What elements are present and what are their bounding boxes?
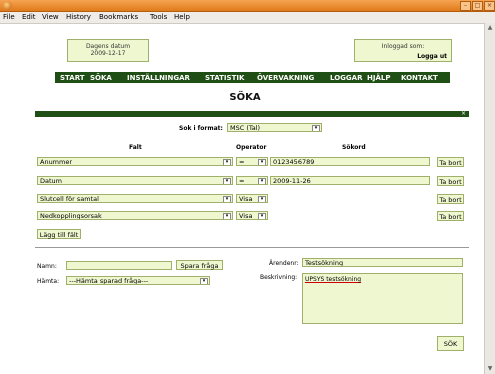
menu-history[interactable]: History <box>66 13 91 21</box>
field-select-1[interactable]: Anummer ▾ <box>37 157 233 166</box>
nav-soka[interactable]: SÖKA <box>90 74 112 82</box>
remove-button-4[interactable]: Ta bort <box>437 211 464 221</box>
operator-select-3-value: Visa <box>239 195 253 203</box>
menu-bookmarks[interactable]: Bookmarks <box>99 13 138 21</box>
menu-tools[interactable]: Tools <box>150 13 167 21</box>
nav-installningar[interactable]: INSTÄLLNINGAR <box>127 74 190 82</box>
keyword-input-2[interactable]: 2009-11-26 <box>270 176 430 185</box>
maximize-icon[interactable]: □ <box>472 1 483 11</box>
field-select-1-value: Anummer <box>40 158 73 166</box>
fetch-select-value: ---Hämta sparad fråga--- <box>69 277 149 285</box>
chevron-down-icon: ▾ <box>258 196 266 202</box>
nav-loggar[interactable]: LOGGAR <box>330 74 362 82</box>
chevron-down-icon: ▾ <box>258 159 266 165</box>
dialog-titlebar <box>35 111 469 117</box>
dialog-close-icon[interactable]: × <box>461 111 467 117</box>
nav-overvakning[interactable]: ÖVERVAKNING <box>257 74 314 82</box>
chevron-down-icon: ▾ <box>223 196 231 202</box>
description-text: UPSYS testsökning <box>305 276 362 283</box>
browser-menubar: File Edit View History Bookmarks Tools H… <box>0 12 495 24</box>
close-window-icon[interactable]: × <box>484 1 495 11</box>
date-value: 2009-12-17 <box>90 50 126 57</box>
window-titlebar: – □ × <box>0 0 495 12</box>
chevron-down-icon: ▾ <box>200 278 208 284</box>
nav-start[interactable]: START <box>60 74 85 82</box>
vertical-scrollbar[interactable]: ▲ ▼ <box>484 23 495 374</box>
search-button[interactable]: SÖK <box>437 336 464 351</box>
keyword-input-1[interactable]: 0123456789 <box>270 157 430 166</box>
field-select-2[interactable]: Datum ▾ <box>37 176 233 185</box>
menu-view[interactable]: View <box>42 13 59 21</box>
divider <box>35 247 469 248</box>
format-select-value: MSC (Tal) <box>230 124 261 132</box>
date-box: Dagens datum 2009-12-17 <box>67 39 149 62</box>
add-field-button[interactable]: Lägg till fält <box>37 229 81 239</box>
login-label: Inloggad som: <box>381 43 425 50</box>
menu-file[interactable]: File <box>3 13 15 21</box>
operator-select-4-value: Visa <box>239 212 253 220</box>
chevron-down-icon: ▾ <box>223 159 231 165</box>
save-query-button[interactable]: Spara fråga <box>176 260 223 270</box>
col-operator-header: Operator <box>236 144 267 151</box>
minimize-icon[interactable]: – <box>460 1 471 11</box>
format-select[interactable]: MSC (Tal) ▾ <box>227 123 322 132</box>
scroll-down-icon[interactable]: ▼ <box>486 365 494 373</box>
operator-select-2-value: = <box>239 177 245 185</box>
operator-select-3[interactable]: Visa ▾ <box>236 194 268 203</box>
fetch-label: Hämta: <box>37 278 60 285</box>
operator-select-2[interactable]: = ▾ <box>236 176 268 185</box>
field-select-3[interactable]: Slutcell för samtal ▾ <box>37 194 233 203</box>
operator-select-1-value: = <box>239 158 245 166</box>
chevron-down-icon: ▾ <box>258 178 266 184</box>
remove-button-3[interactable]: Ta bort <box>437 194 464 204</box>
fetch-select[interactable]: ---Hämta sparad fråga--- ▾ <box>66 276 210 285</box>
description-textarea[interactable]: UPSYS testsökning <box>302 273 463 324</box>
chevron-down-icon: ▾ <box>223 213 231 219</box>
chevron-down-icon: ▾ <box>312 125 320 131</box>
login-box: Inloggad som: Logga ut <box>354 39 452 62</box>
scroll-up-icon[interactable]: ▲ <box>486 24 494 32</box>
format-label: Sok i format: <box>179 125 223 132</box>
page-title: SÖKA <box>229 92 261 103</box>
name-input[interactable] <box>66 261 172 270</box>
field-select-3-value: Slutcell för samtal <box>40 195 99 203</box>
operator-select-4[interactable]: Visa ▾ <box>236 211 268 220</box>
main-nav: START SÖKA INSTÄLLNINGAR STATISTIK ÖVERV… <box>55 72 450 83</box>
field-select-4[interactable]: Nedkopplingsorsak ▾ <box>37 211 233 220</box>
field-select-4-value: Nedkopplingsorsak <box>40 212 102 220</box>
menu-edit[interactable]: Edit <box>22 13 36 21</box>
remove-button-2[interactable]: Ta bort <box>437 176 464 186</box>
date-label: Dagens datum <box>85 43 131 50</box>
name-label: Namn: <box>37 263 57 270</box>
chevron-down-icon: ▾ <box>223 178 231 184</box>
field-select-2-value: Datum <box>40 177 62 185</box>
col-field-header: Falt <box>129 144 142 151</box>
nav-hjalp[interactable]: HJÄLP <box>367 74 390 82</box>
nav-statistik[interactable]: STATISTIK <box>205 74 244 82</box>
menu-help[interactable]: Help <box>174 13 190 21</box>
firefox-icon <box>3 1 12 10</box>
logout-link[interactable]: Logga ut <box>417 53 447 60</box>
case-label: Ärendenr: <box>269 260 299 267</box>
chevron-down-icon: ▾ <box>258 213 266 219</box>
remove-button-1[interactable]: Ta bort <box>437 157 464 167</box>
description-label: Beskrivning: <box>260 274 298 281</box>
nav-kontakt[interactable]: KONTAKT <box>401 74 438 82</box>
operator-select-1[interactable]: = ▾ <box>236 157 268 166</box>
case-input[interactable]: Testsökning <box>302 258 463 267</box>
col-keyword-header: Sökord <box>342 144 366 151</box>
